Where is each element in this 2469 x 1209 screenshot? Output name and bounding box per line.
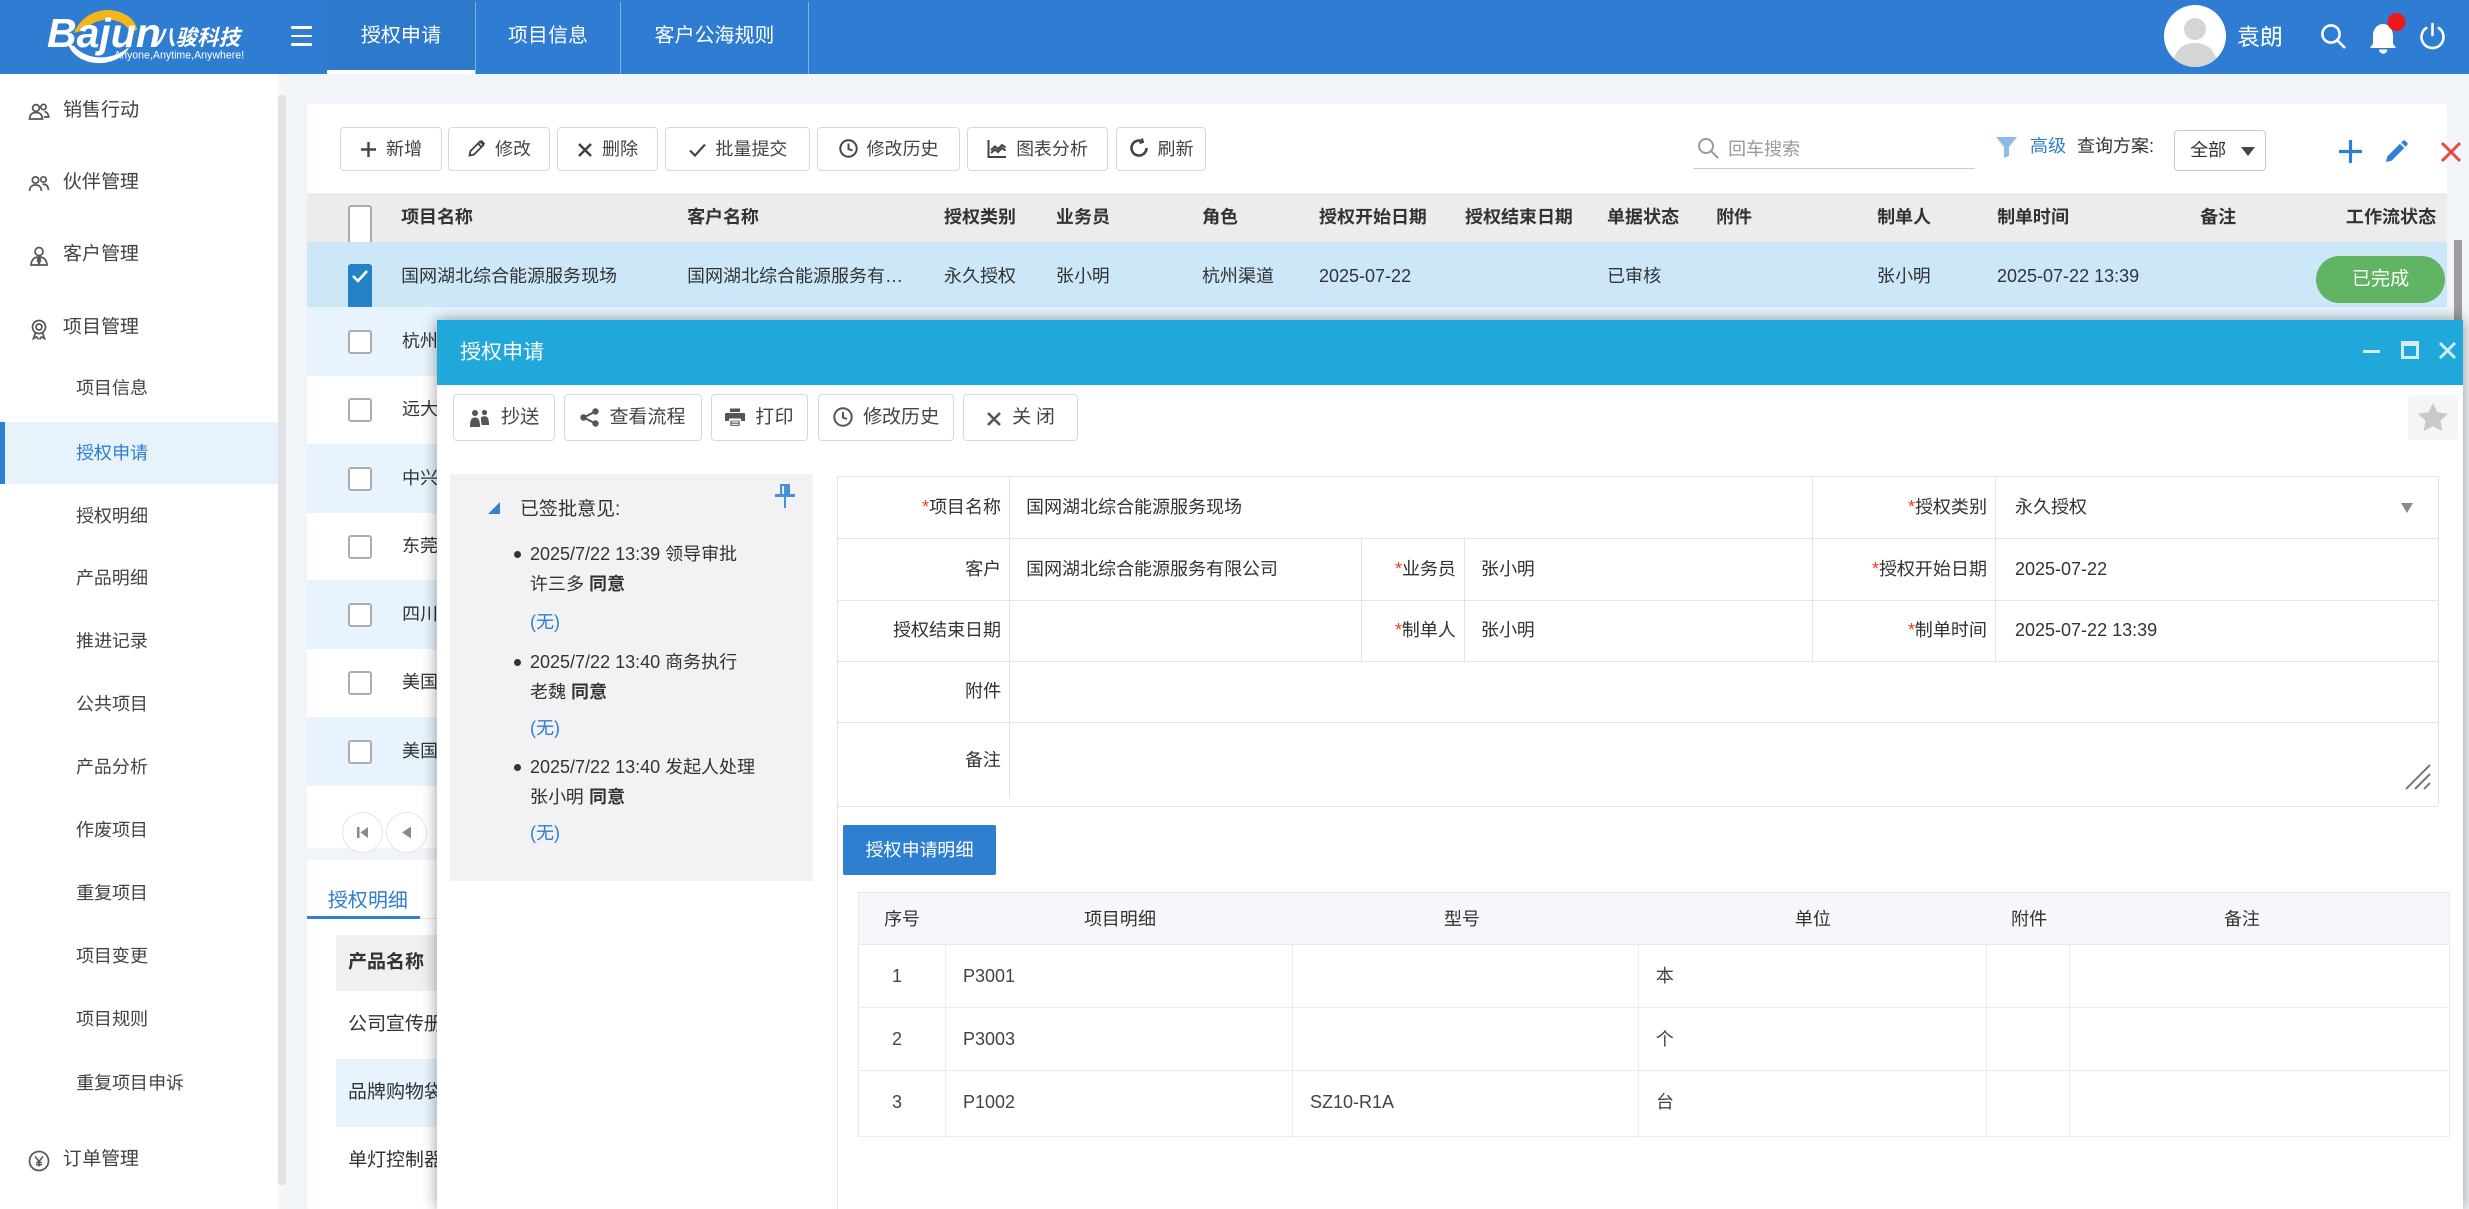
svg-text:八骏科技: 八骏科技 [154,21,244,52]
svg-text:Anyone,Anytime,Anywhere!: Anyone,Anytime,Anywhere! [114,50,244,62]
